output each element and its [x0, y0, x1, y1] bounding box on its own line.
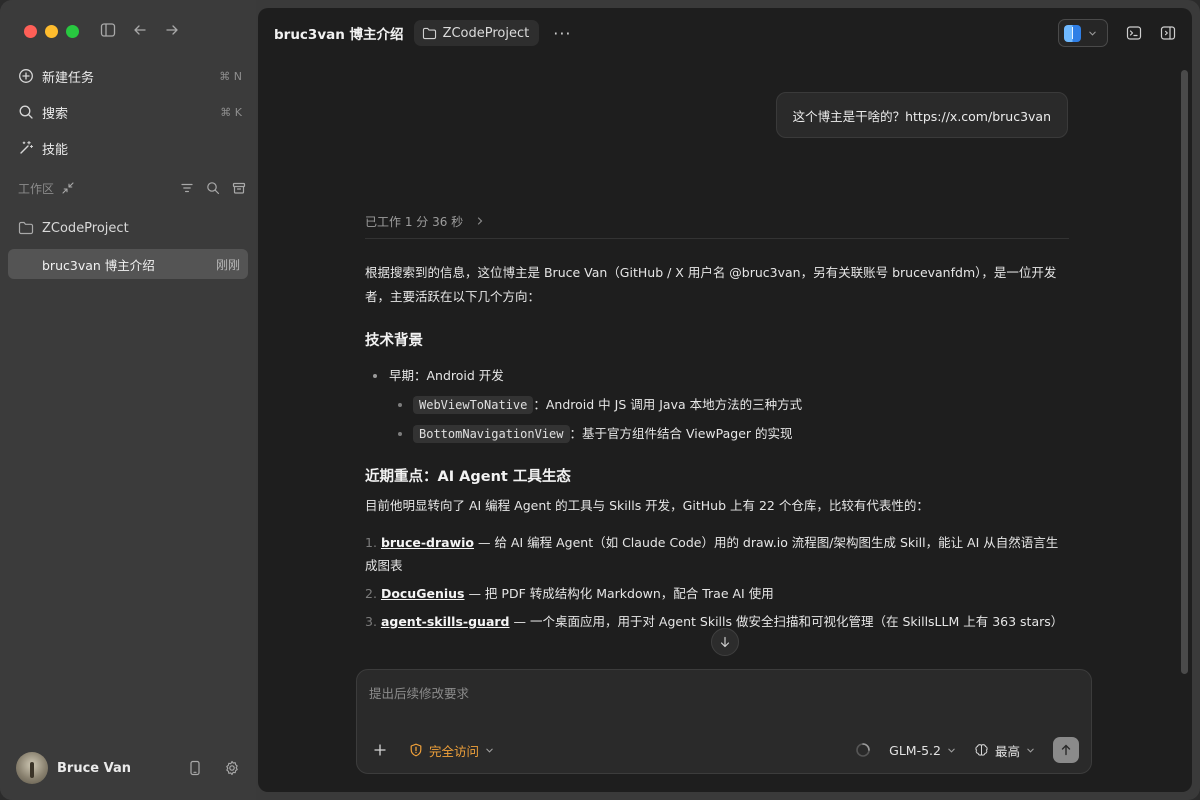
archive-icon[interactable] — [232, 181, 246, 195]
sidebar-toolbar — [100, 22, 180, 38]
zoom-window-button[interactable] — [66, 25, 79, 38]
conversation-item[interactable]: bruc3van 博主介绍 刚刚 — [8, 249, 248, 279]
skills-label: 技能 — [42, 142, 69, 158]
composer: 完全访问 GLM-5.2 — [356, 669, 1092, 774]
magic-wand-icon — [16, 140, 36, 156]
minimize-window-button[interactable] — [45, 25, 58, 38]
chevron-down-icon — [1088, 29, 1097, 38]
arrow-down-icon — [719, 636, 731, 648]
work-duration-row[interactable]: 已工作 1 分 36 秒 — [365, 212, 1069, 230]
list-number: 1. — [365, 535, 377, 550]
finder-icon — [1064, 24, 1081, 42]
more-options-icon[interactable]: ··· — [553, 24, 571, 43]
assistant-response: 已工作 1 分 36 秒 根据搜索到的信息，这位博主是 Bruce Van（Gi… — [365, 212, 1069, 638]
list-item: 2. DocuGenius — 把 PDF 转成结构化 Markdown，配合 T… — [365, 582, 1069, 605]
section-paragraph: 目前他明显转向了 AI 编程 Agent 的工具与 Skills 开发，GitH… — [365, 498, 929, 513]
new-task-item[interactable]: 新建任务 ⌘ N — [16, 61, 248, 91]
workspace-search-icon[interactable] — [206, 181, 220, 195]
access-mode-dropdown[interactable]: 完全访问 — [409, 741, 494, 760]
loading-spinner-icon — [855, 742, 871, 758]
chevron-down-icon — [1026, 746, 1035, 755]
list-item-text: ：Android 中 JS 调用 Java 本地方法的三种方式 — [533, 397, 803, 412]
user-profile[interactable]: Bruce Van — [16, 752, 240, 784]
scroll-to-bottom-button[interactable] — [711, 628, 739, 656]
list-number: 2. — [365, 586, 377, 601]
folder-icon — [18, 221, 34, 235]
filter-icon[interactable] — [180, 181, 194, 195]
user-message: 这个博主是干啥的？https://x.com/bruc3van — [775, 92, 1068, 138]
terminal-icon[interactable] — [1126, 25, 1142, 41]
list-item: BottomNavigationView ：基于官方组件结合 ViewPager … — [365, 423, 1069, 445]
workspace-label: 工作区 — [18, 181, 55, 196]
repo-link[interactable]: agent-skills-guard — [381, 614, 510, 629]
avatar[interactable] — [16, 752, 48, 784]
project-folder[interactable]: ZCodeProject — [18, 216, 129, 240]
user-name: Bruce Van — [57, 760, 132, 776]
shield-alert-icon — [409, 743, 423, 757]
search-shortcut: ⌘ K — [220, 105, 242, 119]
composer-toolbar: 完全访问 GLM-5.2 最高 — [373, 736, 1079, 764]
window-controls — [24, 25, 79, 38]
follow-up-input[interactable] — [369, 682, 1069, 704]
divider — [365, 238, 1069, 239]
reasoning-effort-selector[interactable]: 最高 — [974, 741, 1035, 760]
new-task-label: 新建任务 — [42, 70, 95, 86]
intro-paragraph: 根据搜索到的信息，这位博主是 Bruce Van（GitHub / X 用户名 … — [365, 265, 1057, 304]
sidebar: 新建任务 ⌘ N 搜索 ⌘ K 技能 工作区 ZCodeProject bruc… — [0, 0, 256, 800]
close-window-button[interactable] — [24, 25, 37, 38]
repo-description: — 把 PDF 转成结构化 Markdown，配合 Trae AI 使用 — [464, 586, 774, 601]
mobile-device-icon[interactable] — [188, 760, 202, 776]
project-name: ZCodeProject — [42, 220, 129, 236]
chevron-down-icon — [485, 746, 494, 755]
toggle-sidebar-icon[interactable] — [100, 22, 116, 38]
repo-list: 1. bruce-drawio — 给 AI 编程 Agent（如 Claude … — [365, 531, 1069, 633]
main-panel: bruc3van 博主介绍 ZCodeProject ··· 这个博主是干啥的？… — [258, 8, 1192, 792]
model-selector[interactable]: GLM-5.2 — [889, 743, 956, 758]
send-button[interactable] — [1053, 737, 1079, 763]
back-arrow-icon[interactable] — [132, 22, 148, 38]
conversation-heading: bruc3van 博主介绍 — [274, 27, 404, 43]
chevron-down-icon — [947, 746, 956, 755]
scrollbar[interactable] — [1181, 70, 1188, 674]
new-task-shortcut: ⌘ N — [219, 69, 242, 83]
workspace-header: 工作区 — [18, 178, 246, 198]
conversation-time: 刚刚 — [215, 257, 240, 272]
skills-item[interactable]: 技能 — [16, 133, 248, 163]
search-label: 搜索 — [42, 106, 69, 122]
brain-icon — [974, 743, 989, 758]
inline-code: BottomNavigationView — [413, 425, 570, 443]
open-in-finder-button[interactable] — [1058, 19, 1108, 47]
plus-circle-icon — [16, 68, 36, 84]
folder-icon — [422, 27, 437, 40]
repo-description: — 一个桌面应用，用于对 Agent Skills 做安全扫描和可视化管理（在 … — [509, 614, 1064, 629]
section-heading-background: 技术背景 — [365, 333, 423, 349]
work-duration: 已工作 1 分 36 秒 — [365, 214, 464, 229]
repo-link[interactable]: DocuGenius — [381, 586, 465, 601]
conversation-title: bruc3van 博主介绍 — [42, 257, 155, 273]
forward-arrow-icon[interactable] — [164, 22, 180, 38]
collapse-icon[interactable] — [62, 182, 74, 194]
project-pill[interactable]: ZCodeProject — [413, 20, 540, 46]
list-item: 早期：Android 开发 — [365, 365, 1069, 387]
list-item: WebViewToNative ：Android 中 JS 调用 Java 本地方… — [365, 394, 1069, 416]
repo-link[interactable]: bruce-drawio — [381, 535, 474, 550]
reasoning-effort-label: 最高 — [994, 743, 1020, 759]
search-item[interactable]: 搜索 ⌘ K — [16, 97, 248, 127]
add-attachment-icon[interactable] — [373, 743, 387, 757]
list-item-text: ：基于官方组件结合 ViewPager 的实现 — [569, 426, 793, 441]
list-item: 1. bruce-drawio — 给 AI 编程 Agent（如 Claude … — [365, 531, 1069, 577]
top-bar: bruc3van 博主介绍 ZCodeProject ··· — [258, 8, 1192, 58]
list-number: 3. — [365, 614, 377, 629]
access-mode-label: 完全访问 — [429, 743, 480, 759]
toggle-right-panel-icon[interactable] — [1160, 25, 1176, 41]
search-icon — [16, 104, 36, 120]
gear-icon[interactable] — [224, 760, 240, 776]
model-name: GLM-5.2 — [889, 742, 941, 758]
section-heading-ai-agent: 近期重点：AI Agent 工具生态 — [365, 469, 571, 485]
chevron-right-icon — [475, 216, 485, 226]
project-pill-label: ZCodeProject — [442, 25, 530, 41]
app-window: 新建任务 ⌘ N 搜索 ⌘ K 技能 工作区 ZCodeProject bruc… — [0, 0, 1200, 800]
inline-code: WebViewToNative — [413, 396, 534, 414]
arrow-up-icon — [1060, 744, 1072, 756]
